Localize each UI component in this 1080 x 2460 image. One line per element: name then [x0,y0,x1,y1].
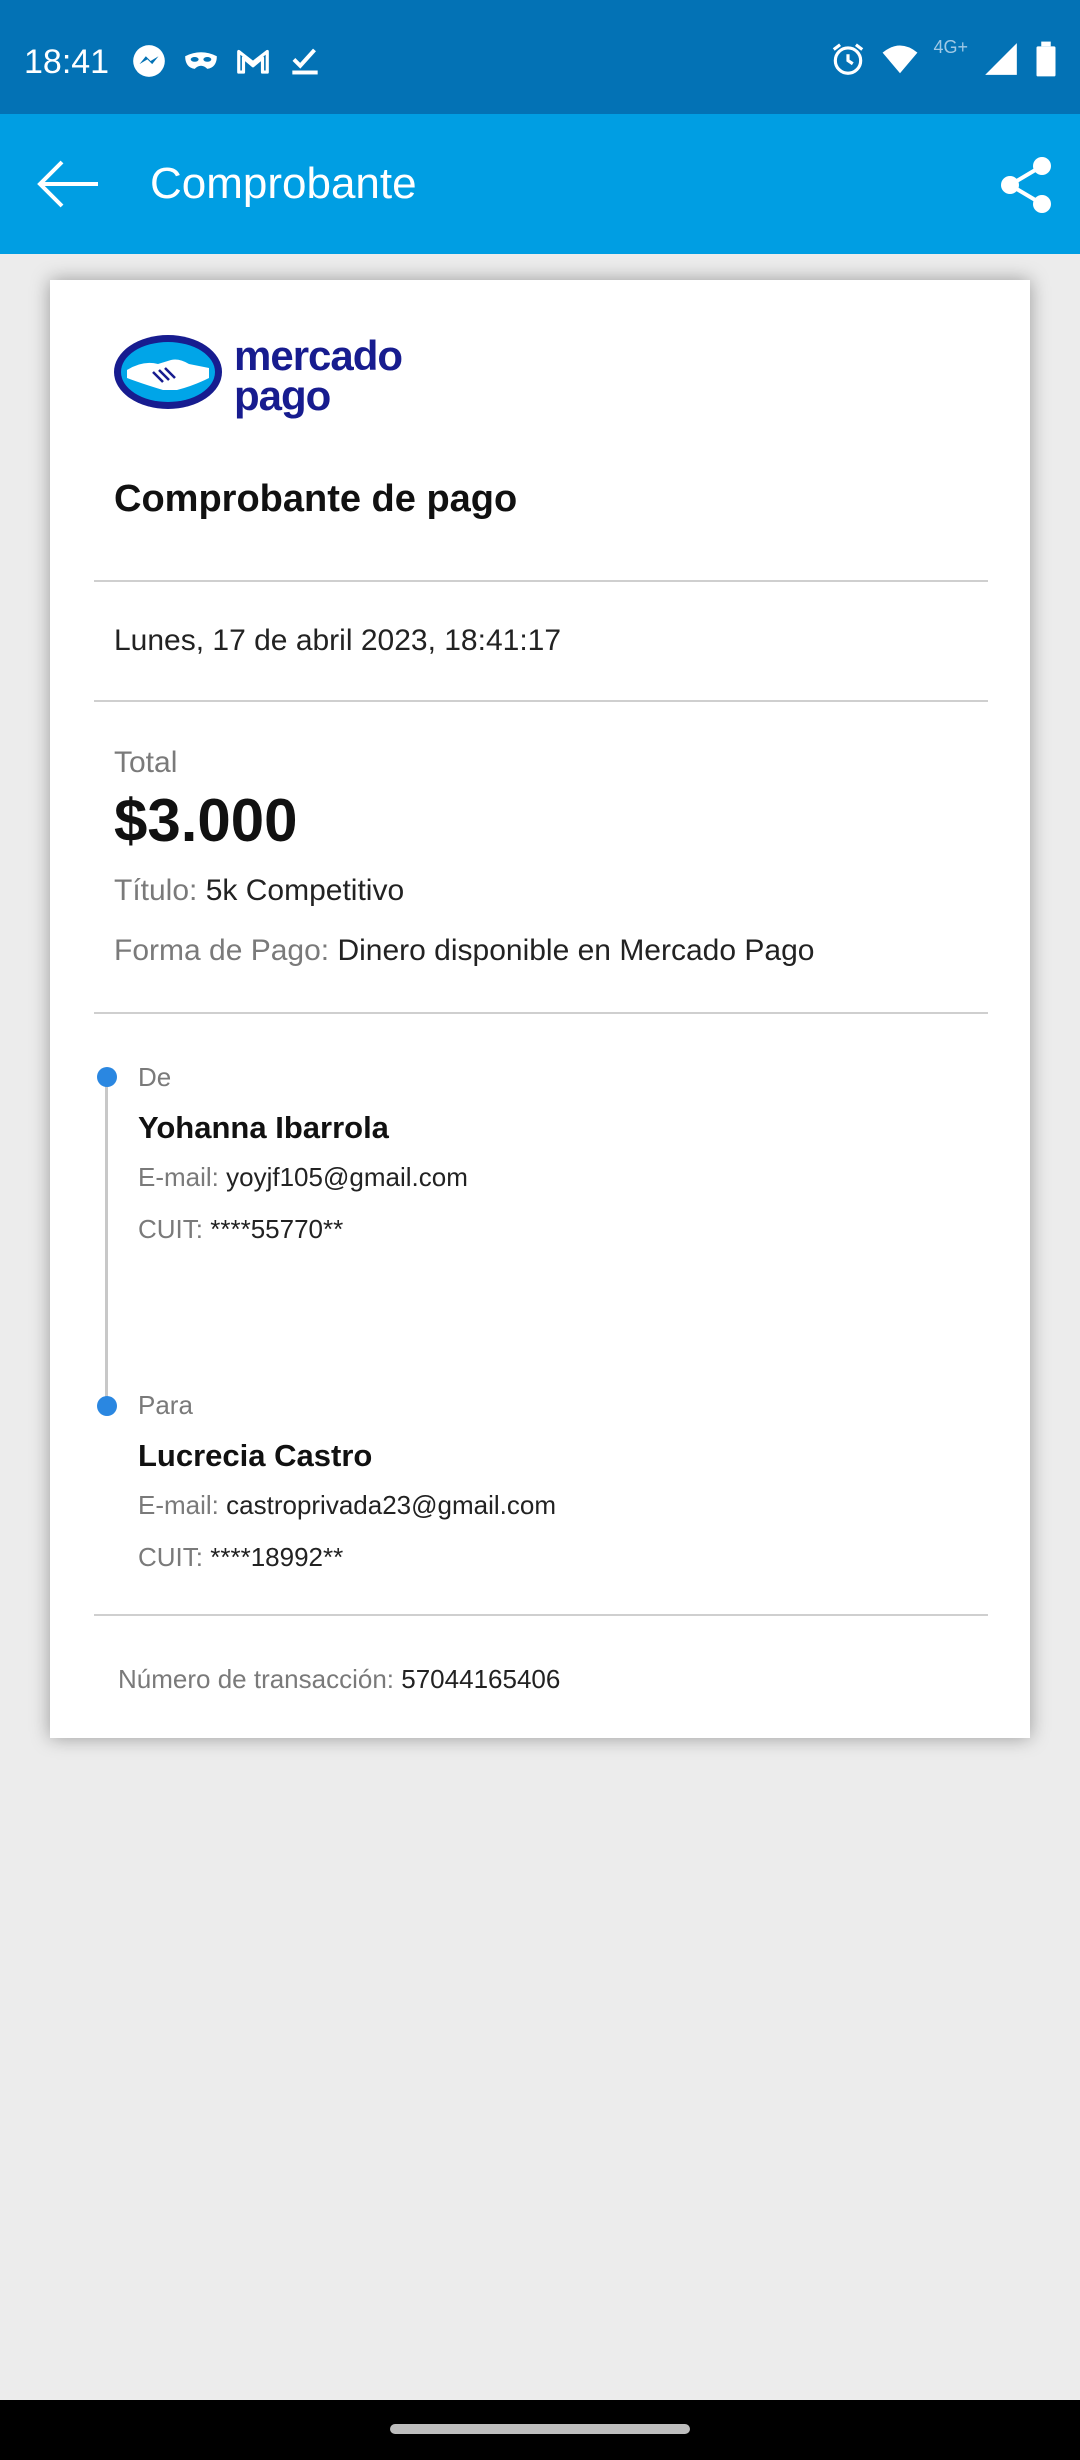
battery-icon [1034,40,1058,78]
home-gesture-handle[interactable] [390,2424,690,2434]
messenger-icon [130,42,168,80]
payment-date: Lunes, 17 de abril 2023, 18:41:17 [114,624,562,657]
divider [94,1012,988,1014]
mask-icon [182,42,220,80]
recipient-cuit: ****18992** [210,1542,344,1572]
from-label: De [138,1062,172,1092]
divider [94,1614,988,1616]
logo-wordmark: mercado pago [234,332,403,419]
timeline-line [105,1077,108,1405]
payment-method-label: Forma de Pago: [114,934,330,967]
recipient-email-row: E-mail: castroprivada23@gmail.com [138,1490,556,1521]
timeline-dot-from [97,1067,117,1087]
network-type: 4G+ [933,36,968,57]
timeline-dot-to [97,1396,117,1416]
transaction-number: 57044165406 [401,1664,561,1694]
to-label: Para [138,1390,193,1420]
email-label: E-mail: [138,1162,219,1192]
payment-method-row: Forma de Pago: Dinero disponible en Merc… [114,934,814,968]
cuit-label: CUIT: [138,1542,203,1572]
sender-name: Yohanna Ibarrola [138,1110,389,1145]
system-nav-bar [0,2400,1080,2460]
page-title: Comprobante [150,159,417,208]
sender-cuit: ****55770** [210,1214,344,1244]
email-label: E-mail: [138,1490,219,1520]
back-button[interactable] [28,154,108,214]
total-label: Total [114,746,178,779]
share-button[interactable] [996,154,1058,216]
share-icon [1001,157,1051,213]
sender-cuit-row: CUIT: ****55770** [138,1214,343,1245]
status-bar: 18:41 4G+ [0,0,1080,114]
arrow-back-icon [37,160,98,208]
recipient-name: Lucrecia Castro [138,1438,373,1473]
notification-icons [130,42,324,80]
title-row: Título: 5k Competitivo [114,874,404,908]
title-label: Título: [114,874,198,907]
total-amount: $3.000 [114,787,298,854]
payment-method-value: Dinero disponible en Mercado Pago [337,934,815,967]
status-time: 18:41 [24,43,110,81]
check-icon [286,42,324,80]
system-icons: 4G+ [829,36,1058,78]
recipient-email: castroprivada23@gmail.com [226,1490,557,1520]
transaction-label: Número de transacción: [118,1664,395,1694]
divider [94,580,988,582]
mercado-pago-logo: mercado pago [112,332,422,419]
title-value: 5k Competitivo [205,874,405,907]
receipt-heading: Comprobante de pago [114,478,518,520]
sender-email: yoyjf105@gmail.com [226,1162,468,1192]
recipient-cuit-row: CUIT: ****18992** [138,1542,343,1573]
app-bar: Comprobante [0,114,1080,254]
divider [94,700,988,702]
sender-email-row: E-mail: yoyjf105@gmail.com [138,1162,468,1193]
transaction-row: Número de transacción: 57044165406 [118,1664,560,1695]
alarm-icon [829,40,867,78]
cuit-label: CUIT: [138,1214,203,1244]
handshake-logo-icon [114,335,222,409]
receipt-card: mercado pago Comprobante de pago Lunes, … [50,280,1030,1738]
gmail-icon [234,42,272,80]
signal-icon [982,40,1020,78]
wifi-icon [881,40,919,78]
